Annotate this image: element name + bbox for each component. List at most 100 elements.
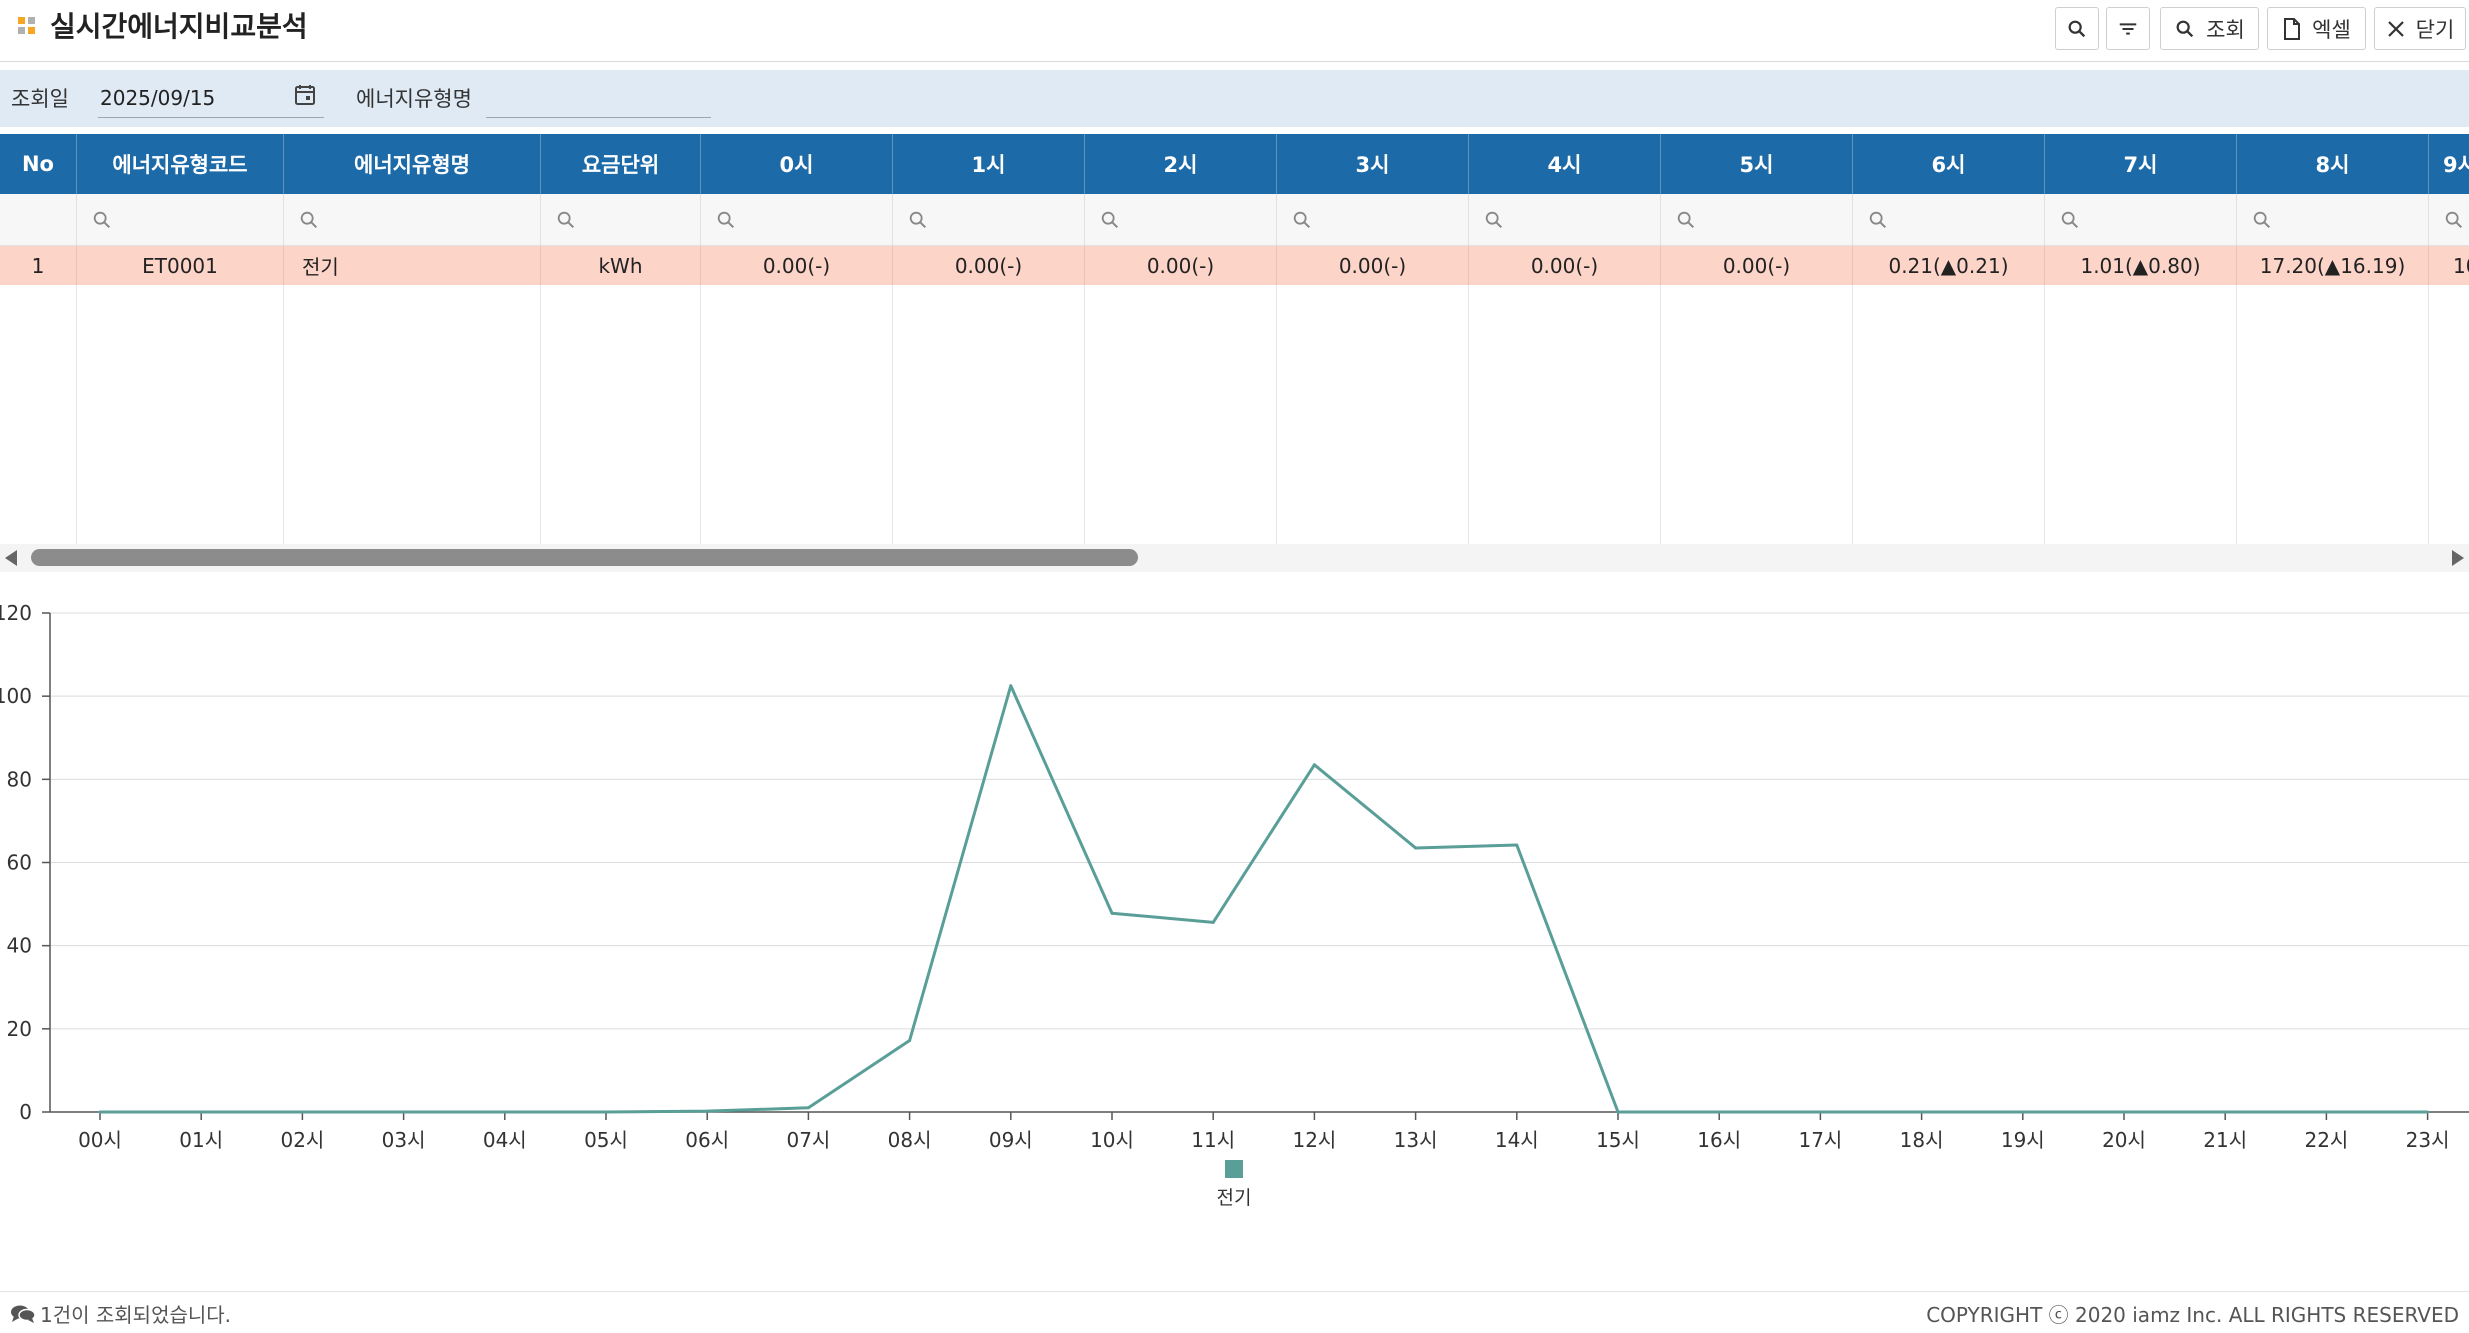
search-icon bbox=[1677, 211, 1695, 229]
column-header-unit[interactable]: 요금단위 bbox=[541, 134, 701, 194]
search-button[interactable]: 조회 bbox=[2160, 7, 2259, 50]
filter-cell-hour-2[interactable] bbox=[1085, 194, 1277, 246]
chart-grid bbox=[50, 612, 2469, 1113]
cell-name[interactable]: 전기 bbox=[284, 246, 541, 285]
page-title: 실시간에너지비교분석 bbox=[50, 10, 308, 43]
cell-hour-0[interactable]: 0.00(-) bbox=[701, 246, 893, 285]
scroll-right-arrow-icon[interactable] bbox=[2452, 550, 2464, 566]
status-message: 1건이 조회되었습니다. bbox=[40, 1303, 232, 1327]
energy-line-chart: 0 20 40 60 80 100 120 00시 01시 02시 03시 04시 05시 06시 07시… bbox=[0, 601, 2469, 1209]
filter-cell-code[interactable] bbox=[77, 194, 284, 246]
cell-hour-4[interactable]: 0.00(-) bbox=[1469, 246, 1661, 285]
data-point bbox=[1920, 1110, 1924, 1114]
x-tick-label: 01시 bbox=[179, 1128, 223, 1152]
y-tick-label: 0 bbox=[19, 1100, 32, 1124]
column-header-hour-4[interactable]: 4시 bbox=[1469, 134, 1661, 194]
filter-cell-hour-0[interactable] bbox=[701, 194, 893, 246]
search-icon bbox=[2253, 211, 2271, 229]
column-header-hour-8[interactable]: 8시 bbox=[2237, 134, 2429, 194]
data-point bbox=[300, 1110, 304, 1114]
x-tick-label: 08시 bbox=[888, 1128, 932, 1152]
column-header-hour-2[interactable]: 2시 bbox=[1085, 134, 1277, 194]
data-point bbox=[1009, 684, 1013, 688]
filter-row bbox=[0, 194, 2469, 246]
data-point bbox=[199, 1110, 203, 1114]
data-point bbox=[1414, 846, 1418, 850]
search-icon bbox=[2061, 211, 2079, 229]
column-header-hour-5[interactable]: 5시 bbox=[1661, 134, 1853, 194]
column-header-code[interactable]: 에너지유형코드 bbox=[77, 134, 284, 194]
x-tick-label: 02시 bbox=[280, 1128, 324, 1152]
filter-cell-hour-9[interactable] bbox=[2429, 194, 2469, 246]
filter-button[interactable] bbox=[2106, 7, 2150, 50]
document-icon bbox=[2284, 17, 2301, 40]
filter-cell-hour-5[interactable] bbox=[1661, 194, 1853, 246]
filter-cell-hour-6[interactable] bbox=[1853, 194, 2045, 246]
data-point bbox=[2021, 1110, 2025, 1114]
filter-cell-name[interactable] bbox=[284, 194, 541, 246]
x-tick-label: 13시 bbox=[1394, 1128, 1438, 1152]
filter-cell-hour-4[interactable] bbox=[1469, 194, 1661, 246]
filter-cell-hour-7[interactable] bbox=[2045, 194, 2237, 246]
search-condition-bar: 조회일 2025/09/15 에너지유형명 bbox=[0, 70, 2469, 127]
excel-button[interactable]: 엑셀 bbox=[2267, 7, 2366, 50]
column-header-no[interactable]: No bbox=[0, 134, 77, 194]
scroll-thumb[interactable] bbox=[31, 549, 1138, 566]
search-icon bbox=[1293, 211, 1311, 229]
cell-hour-6[interactable]: 0.21(▲0.21) bbox=[1853, 246, 2045, 285]
cell-hour-2[interactable]: 0.00(-) bbox=[1085, 246, 1277, 285]
scroll-left-arrow-icon[interactable] bbox=[5, 550, 17, 566]
cell-hour-5[interactable]: 0.00(-) bbox=[1661, 246, 1853, 285]
cell-code[interactable]: ET0001 bbox=[77, 246, 284, 285]
search-icon bbox=[2445, 211, 2463, 229]
column-header-name[interactable]: 에너지유형명 bbox=[284, 134, 541, 194]
table-row[interactable]: 1 ET0001 전기 kWh 0.00(-) 0.00(-) 0.00(-) … bbox=[0, 246, 2469, 285]
x-tick-label: 16시 bbox=[1697, 1128, 1741, 1152]
filter-cell-hour-1[interactable] bbox=[893, 194, 1085, 246]
data-point bbox=[1211, 920, 1215, 924]
data-point bbox=[2122, 1110, 2126, 1114]
filter-icon bbox=[2119, 22, 2137, 35]
data-grid: No 에너지유형코드 에너지유형명 요금단위 0시 1시 2시 3시 4시 5시… bbox=[0, 134, 2469, 544]
column-header-hour-1[interactable]: 1시 bbox=[893, 134, 1085, 194]
y-tick-label: 20 bbox=[7, 1017, 32, 1041]
legend-label: 전기 bbox=[1217, 1187, 1252, 1209]
cell-no[interactable]: 1 bbox=[0, 246, 77, 285]
x-tick-label: 22시 bbox=[2304, 1128, 2348, 1152]
cell-hour-3[interactable]: 0.00(-) bbox=[1277, 246, 1469, 285]
cell-hour-7[interactable]: 1.01(▲0.80) bbox=[2045, 246, 2237, 285]
calendar-icon[interactable] bbox=[293, 83, 317, 107]
column-header-hour-3[interactable]: 3시 bbox=[1277, 134, 1469, 194]
data-point bbox=[705, 1109, 709, 1113]
y-tick-label: 60 bbox=[7, 851, 32, 875]
x-tick-label: 04시 bbox=[483, 1128, 527, 1152]
date-input[interactable]: 2025/09/15 bbox=[98, 78, 324, 118]
y-tick-label: 40 bbox=[7, 934, 32, 958]
cell-hour-1[interactable]: 0.00(-) bbox=[893, 246, 1085, 285]
cell-hour-8[interactable]: 17.20(▲16.19) bbox=[2237, 246, 2429, 285]
filter-cell-unit[interactable] bbox=[541, 194, 701, 246]
x-tick-label: 12시 bbox=[1292, 1128, 1336, 1152]
cell-hour-9[interactable]: 10 bbox=[2429, 246, 2469, 285]
filter-cell-hour-3[interactable] bbox=[1277, 194, 1469, 246]
quick-search-button[interactable] bbox=[2055, 7, 2099, 50]
data-point bbox=[98, 1110, 102, 1114]
data-point bbox=[1818, 1110, 1822, 1114]
energy-type-input[interactable] bbox=[486, 78, 711, 118]
column-header-hour-9[interactable]: 9시 bbox=[2429, 134, 2469, 194]
legend-swatch bbox=[1225, 1160, 1243, 1178]
chart-x-axis: 00시 01시 02시 03시 04시 05시 06시 07시 08시 09시 10시 11시 12시 1… bbox=[78, 1112, 2450, 1152]
filter-cell-hour-8[interactable] bbox=[2237, 194, 2429, 246]
horizontal-scrollbar[interactable] bbox=[0, 544, 2469, 572]
data-point bbox=[604, 1110, 608, 1114]
close-button[interactable]: 닫기 bbox=[2374, 7, 2466, 50]
column-header-hour-6[interactable]: 6시 bbox=[1853, 134, 2045, 194]
search-button-label: 조회 bbox=[2206, 17, 2245, 42]
search-icon bbox=[557, 211, 575, 229]
cell-unit[interactable]: kWh bbox=[541, 246, 701, 285]
column-header-hour-0[interactable]: 0시 bbox=[701, 134, 893, 194]
data-point bbox=[503, 1110, 507, 1114]
column-header-hour-7[interactable]: 7시 bbox=[2045, 134, 2237, 194]
data-point bbox=[2223, 1110, 2227, 1114]
search-icon bbox=[2176, 20, 2194, 37]
